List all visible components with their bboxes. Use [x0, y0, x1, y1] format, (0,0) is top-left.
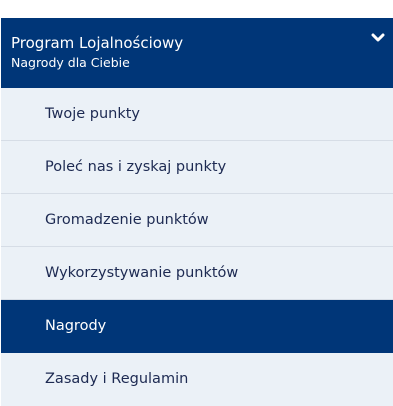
menu-item-nagrody[interactable]: Nagrody [1, 300, 393, 353]
menu-item-label: Wykorzystywanie punktów [45, 265, 239, 281]
menu-item-zasady-i-regulamin[interactable]: Zasady i Regulamin [1, 353, 393, 406]
menu-subtitle: Nagrody dla Ciebie [11, 55, 130, 70]
menu-item-label: Poleć nas i zyskaj punkty [45, 159, 227, 175]
menu-item-label: Twoje punkty [45, 106, 140, 122]
menu-item-label: Zasady i Regulamin [45, 371, 189, 387]
menu-header-toggle[interactable]: Program Lojalnościowy Nagrody dla Ciebie [1, 18, 393, 88]
menu-title: Program Lojalnościowy [11, 34, 184, 52]
menu-item-polec-nas[interactable]: Poleć nas i zyskaj punkty [1, 141, 393, 194]
menu-item-twoje-punkty[interactable]: Twoje punkty [1, 88, 393, 141]
menu-item-gromadzenie-punktow[interactable]: Gromadzenie punktów [1, 194, 393, 247]
loyalty-program-menu: Program Lojalnościowy Nagrody dla Ciebie… [1, 18, 393, 406]
menu-item-wykorzystywanie-punktow[interactable]: Wykorzystywanie punktów [1, 247, 393, 300]
menu-item-label: Gromadzenie punktów [45, 212, 209, 228]
menu-item-label: Nagrody [45, 318, 107, 334]
chevron-down-icon[interactable] [371, 32, 385, 44]
